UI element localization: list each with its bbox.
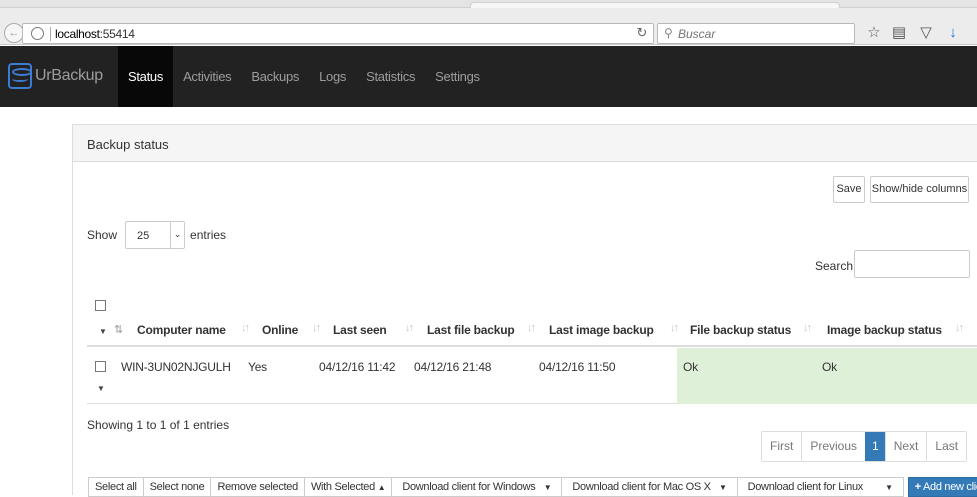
- col-last-file-backup[interactable]: Last file backup: [427, 323, 515, 337]
- download-linux-dropdown[interactable]: Download client for Linux ▼: [736, 477, 904, 497]
- page-previous[interactable]: Previous: [801, 432, 865, 461]
- cell-online: Yes: [248, 360, 267, 374]
- brand-name: UrBackup: [35, 67, 103, 84]
- entries-label: entries: [190, 228, 227, 242]
- show-label: Show: [87, 228, 118, 242]
- row-checkbox[interactable]: [95, 361, 106, 372]
- sort-icon[interactable]: ↓↑: [955, 322, 964, 334]
- browser-tab[interactable]: [470, 2, 840, 8]
- cell-last-file-backup: 04/12/16 21:48: [414, 360, 492, 374]
- page-current[interactable]: 1: [865, 432, 885, 461]
- select-all-checkbox[interactable]: [95, 300, 106, 311]
- url-text: localhost:55414: [55, 27, 135, 41]
- select-none-button[interactable]: Select none: [142, 477, 212, 497]
- entries-select[interactable]: 25 ⌄: [125, 221, 186, 249]
- col-last-seen[interactable]: Last seen: [333, 323, 387, 337]
- browser-toolbar: ← localhost:55414 ↻ ⚲ ☆ ▤ ▽ ↓: [0, 0, 977, 45]
- select-all-button[interactable]: Select all: [88, 477, 144, 497]
- back-arrow-icon[interactable]: ←: [4, 23, 24, 43]
- search-label: Search:: [815, 259, 857, 273]
- download-windows-label: Download client for Windows: [402, 481, 536, 493]
- caret-down-icon: ▼: [885, 483, 893, 492]
- cell-computer-name[interactable]: WIN-3UN02NJGULH: [121, 360, 231, 374]
- save-button[interactable]: Save: [833, 176, 865, 203]
- sort-icon[interactable]: ↓↑: [312, 322, 321, 334]
- table-info: Showing 1 to 1 of 1 entries: [87, 418, 230, 432]
- sort-icon[interactable]: ↓↑: [405, 322, 414, 334]
- page-next[interactable]: Next: [884, 432, 927, 461]
- nav-logs[interactable]: Logs: [309, 46, 356, 107]
- with-selected-label: With Selected: [310, 481, 375, 493]
- backup-status-panel: Backup status Save Show/hide columns Sho…: [72, 124, 977, 497]
- sort-icon[interactable]: ↓↑: [527, 322, 536, 334]
- add-new-client-label: Add new client: [922, 481, 977, 493]
- table-search-input[interactable]: [854, 250, 970, 278]
- bulk-actions: Select all Select none Remove selected W…: [88, 477, 977, 497]
- add-new-client-button[interactable]: + Add new client: [907, 477, 977, 497]
- caret-down-icon[interactable]: ▼: [97, 384, 105, 393]
- download-windows-dropdown[interactable]: Download client for Windows ▼: [391, 477, 563, 497]
- with-selected-dropdown[interactable]: With Selected ▲: [303, 477, 393, 497]
- caret-down-icon: ▼: [718, 483, 727, 492]
- show-hide-columns-button[interactable]: Show/hide columns: [870, 176, 969, 203]
- nav-activities[interactable]: Activities: [173, 46, 241, 107]
- browser-search-input[interactable]: [678, 26, 848, 41]
- entries-length-control: Show 25 ⌄ entries: [87, 221, 226, 249]
- chevron-down-icon: ⌄: [170, 221, 184, 249]
- col-file-backup-status[interactable]: File backup status: [690, 323, 791, 337]
- caret-down-icon[interactable]: ▼: [99, 327, 107, 336]
- entries-value: 25: [137, 230, 150, 242]
- page-last[interactable]: Last: [926, 432, 966, 461]
- col-last-image-backup[interactable]: Last image backup: [549, 323, 654, 337]
- nav-status[interactable]: Status: [118, 46, 174, 107]
- nav-settings[interactable]: Settings: [425, 46, 490, 107]
- image-status-cell: [812, 348, 977, 404]
- download-mac-dropdown[interactable]: Download client for Mac OS X ▼: [561, 477, 738, 497]
- address-divider: [50, 27, 51, 41]
- bookmark-star-icon[interactable]: ☆: [865, 24, 883, 42]
- download-icon[interactable]: ↓: [944, 24, 962, 42]
- database-logo-icon: [8, 63, 32, 89]
- search-icon: ⚲: [664, 26, 673, 40]
- page-first[interactable]: First: [762, 432, 801, 461]
- brand[interactable]: UrBackup: [8, 61, 103, 91]
- table-row[interactable]: ▼ WIN-3UN02NJGULH Yes 04/12/16 11:42 04/…: [87, 348, 977, 404]
- cell-last-seen: 04/12/16 11:42: [319, 360, 396, 374]
- nav-backups[interactable]: Backups: [241, 46, 309, 107]
- download-linux-label: Download client for Linux: [747, 481, 864, 493]
- sort-icon[interactable]: ⇅: [114, 323, 123, 336]
- download-mac-label: Download client for Mac OS X: [572, 481, 711, 493]
- plus-icon: +: [914, 481, 921, 493]
- globe-icon: [31, 27, 44, 40]
- col-online[interactable]: Online: [262, 323, 298, 337]
- pocket-icon[interactable]: ▽: [917, 24, 935, 42]
- cell-image-backup-status: Ok: [822, 360, 837, 374]
- col-image-backup-status[interactable]: Image backup status: [827, 323, 942, 337]
- address-bar[interactable]: localhost:55414: [22, 23, 654, 44]
- browser-search-box[interactable]: ⚲: [657, 23, 855, 44]
- nav-links: Status Activities Backups Logs Statistic…: [118, 46, 490, 107]
- nav-statistics[interactable]: Statistics: [356, 46, 425, 107]
- panel-title: Backup status: [73, 125, 977, 162]
- pagination: First Previous 1 Next Last: [761, 431, 968, 462]
- sort-icon[interactable]: ↓↑: [803, 322, 812, 334]
- app-navbar: UrBackup Status Activities Backups Logs …: [0, 46, 977, 107]
- caret-up-icon: ▲: [377, 483, 386, 492]
- remove-selected-button[interactable]: Remove selected: [210, 477, 305, 497]
- reload-icon[interactable]: ↻: [632, 23, 652, 44]
- sort-icon[interactable]: ↓↑: [670, 322, 679, 334]
- sort-icon[interactable]: ↓↑: [241, 322, 250, 334]
- caret-down-icon: ▼: [543, 483, 552, 492]
- reading-list-icon[interactable]: ▤: [890, 24, 908, 42]
- cell-file-backup-status: Ok: [683, 360, 698, 374]
- col-computer-name[interactable]: Computer name: [137, 323, 226, 337]
- cell-last-image-backup: 04/12/16 11:50: [539, 360, 616, 374]
- file-status-cell: [677, 348, 812, 404]
- table-header: ▼ ⇅ Computer name ↓↑ Online ↓↑ Last seen…: [87, 317, 977, 347]
